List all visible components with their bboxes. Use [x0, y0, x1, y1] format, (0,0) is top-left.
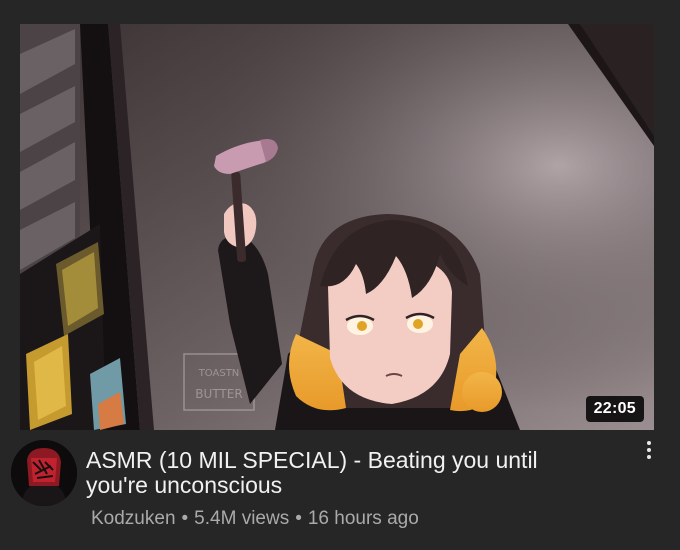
view-count: 5.4M views	[194, 508, 290, 529]
separator-dot: •	[295, 508, 302, 529]
separator-dot: •	[181, 508, 189, 529]
video-card[interactable]: TOASTN BUTTER 22:05 ASMR (10 MIL SPECIAL…	[0, 0, 680, 550]
upload-age: 16 hours ago	[307, 508, 419, 529]
svg-text:BUTTER: BUTTER	[195, 387, 242, 401]
video-title[interactable]: ASMR (10 MIL SPECIAL) - Beating you unti…	[86, 448, 596, 498]
video-metadata: Kodzuken • 5.4M views • 16 hours ago	[91, 508, 419, 530]
svg-text:TOASTN: TOASTN	[198, 368, 240, 379]
channel-avatar[interactable]	[11, 440, 77, 506]
more-vert-icon[interactable]	[638, 434, 660, 466]
video-thumbnail[interactable]: TOASTN BUTTER 22:05	[20, 24, 654, 430]
duration-badge: 22:05	[585, 396, 644, 422]
channel-name[interactable]: Kodzuken	[91, 508, 176, 529]
thumbnail-illustration: TOASTN BUTTER	[20, 24, 654, 430]
avatar-image	[11, 440, 77, 506]
